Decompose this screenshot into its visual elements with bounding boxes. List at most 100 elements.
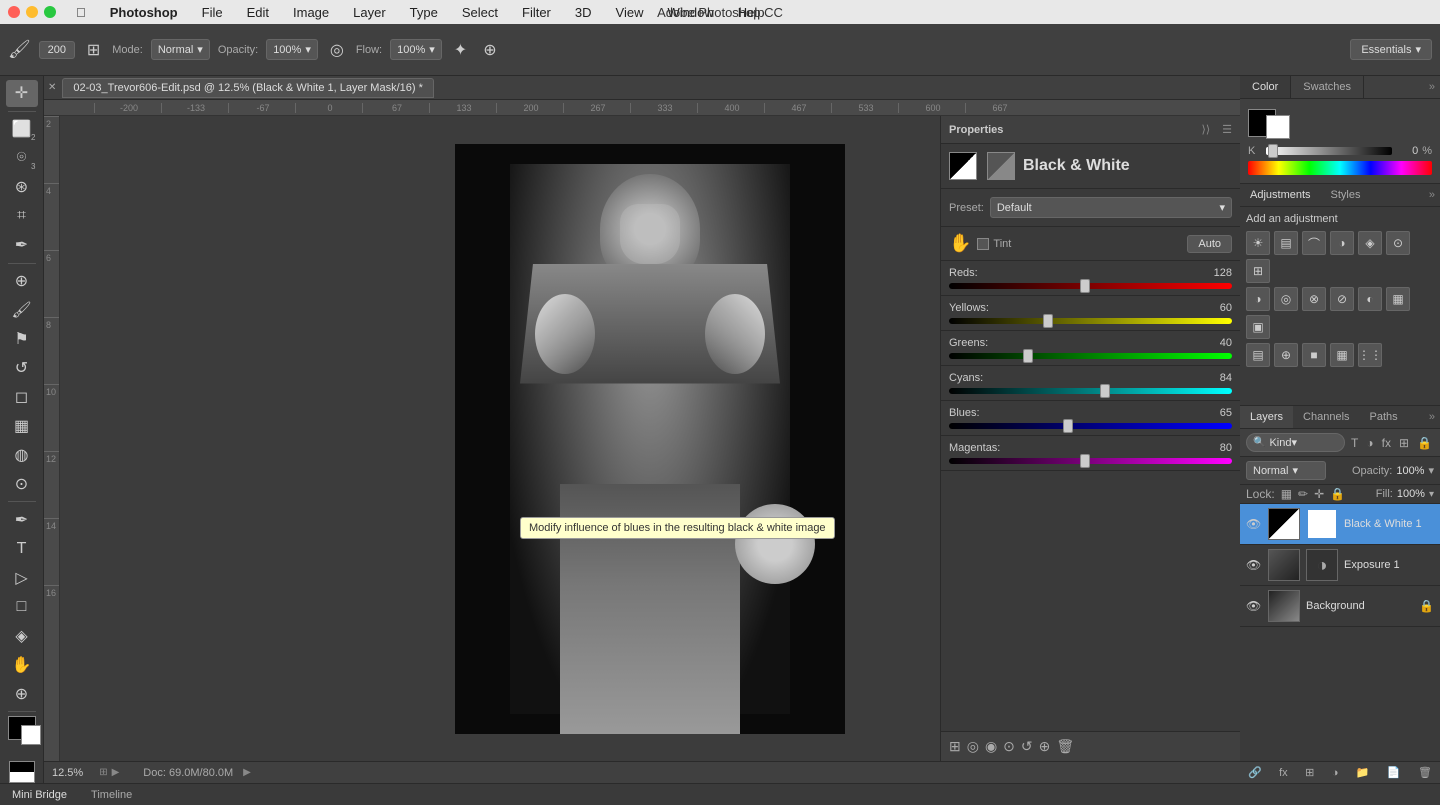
adj-layer-icon[interactable]: ◑ [1332, 767, 1339, 779]
text-tool[interactable]: T [6, 535, 38, 562]
menu-select[interactable]: Select [458, 5, 502, 20]
tab-channels[interactable]: Channels [1293, 406, 1359, 428]
blur-tool[interactable]: ◍ [6, 442, 38, 469]
lasso-tool[interactable]: ⌾ 3 [6, 145, 38, 172]
clip-icon[interactable]: ⊞ [949, 738, 961, 755]
bw-icon[interactable]: ◑ [1246, 287, 1270, 311]
stamp-tool[interactable]: ⚑ [6, 326, 38, 353]
quick-mask-mode[interactable] [9, 761, 35, 783]
k-slider-thumb[interactable] [1268, 144, 1278, 158]
menu-layer[interactable]: Layer [349, 5, 390, 20]
blend-mode-dropdown[interactable]: Normal ▾ [1246, 461, 1326, 480]
channel-slider-2[interactable] [949, 353, 1232, 359]
prev-frame-icon[interactable]: ⊞ [99, 767, 107, 778]
menu-file[interactable]: File [198, 5, 227, 20]
k-slider[interactable] [1266, 147, 1392, 155]
gradient-tool[interactable]: ▦ [6, 413, 38, 440]
document-tab[interactable]: 02-03_Trevor606-Edit.psd @ 12.5% (Black … [62, 78, 433, 98]
channel-thumb-2[interactable] [1023, 349, 1033, 363]
delete-adj-icon[interactable]: 🗑 [1056, 738, 1074, 755]
layer-vis-icon-bg[interactable]: 👁 [1246, 599, 1262, 613]
properties-expand-icon[interactable]: ⟩⟩ [1202, 123, 1211, 136]
properties-menu-icon[interactable]: ☰ [1222, 123, 1232, 136]
auto-button[interactable]: Auto [1187, 235, 1232, 253]
threshold-icon[interactable]: ▣ [1246, 315, 1270, 339]
move-tool[interactable]: ✛ [6, 80, 38, 107]
menu-image[interactable]: Image [289, 5, 333, 20]
layers-panel-expand-icon[interactable]: » [1424, 406, 1440, 428]
layer-style-icon[interactable]: fx [1279, 767, 1288, 779]
channel-thumb-1[interactable] [1043, 314, 1053, 328]
menu-edit[interactable]: Edit [243, 5, 273, 20]
brush-preset-button[interactable]: ⊞ [83, 36, 104, 64]
selective-color-icon[interactable]: ⊕ [1274, 343, 1298, 367]
crop-tool[interactable]: ⌗ [6, 203, 38, 230]
tab-paths[interactable]: Paths [1360, 406, 1408, 428]
eyedropper-tool[interactable]: ✒ [6, 232, 38, 259]
reset-icon[interactable]: ↺ [1021, 738, 1033, 755]
eraser-tool[interactable]: ◻ [6, 384, 38, 411]
filter-adj-icon[interactable]: ◑ [1364, 434, 1375, 452]
pattern-fill-icon[interactable]: ⋮⋮ [1358, 343, 1382, 367]
new-layer-icon[interactable]: 📄 [1387, 766, 1401, 779]
brush-size-box[interactable]: 200 [39, 41, 75, 59]
vibrance-icon[interactable]: ◈ [1358, 231, 1382, 255]
layer-vis-icon-bw1[interactable]: 👁 [1246, 517, 1262, 531]
tab-mini-bridge[interactable]: Mini Bridge [8, 787, 71, 803]
eye-icon[interactable]: ◎ [967, 738, 979, 755]
airbrush-button[interactable]: ◎ [326, 36, 348, 64]
marquee-tool[interactable]: ⬜ 2 [6, 116, 38, 143]
quick-select-tool[interactable]: ⊛ [6, 174, 38, 201]
channel-thumb-0[interactable] [1080, 279, 1090, 293]
play-icon[interactable]: ▶ [112, 767, 120, 778]
history-brush-tool[interactable]: ↺ [6, 355, 38, 382]
hsl-icon[interactable]: ⊙ [1386, 231, 1410, 255]
filter-lock-icon[interactable]: 🔒 [1415, 434, 1434, 452]
tint-checkbox[interactable] [977, 238, 989, 250]
invert-icon[interactable]: ◐ [1358, 287, 1382, 311]
delete-layer-icon[interactable]: 🗑 [1418, 766, 1432, 779]
filter-type-icon[interactable]: T [1349, 434, 1360, 452]
hand-icon[interactable]: ✋ [949, 233, 971, 254]
curves-icon[interactable]: ⌒ [1302, 231, 1326, 255]
doc-info-expand-icon[interactable]: ▶ [243, 767, 251, 778]
flow-dropdown[interactable]: 100% ▾ [390, 39, 442, 60]
color-panel-expand-icon[interactable]: » [1424, 76, 1440, 98]
layer-item-exposure1[interactable]: 👁 ◑ Exposure 1 [1240, 545, 1440, 586]
channel-slider-0[interactable] [949, 283, 1232, 289]
channel-thumb-5[interactable] [1080, 454, 1090, 468]
pen-tool[interactable]: ✒ [6, 506, 38, 533]
channel-slider-3[interactable] [949, 388, 1232, 394]
lock-paint-icon[interactable]: ✏ [1298, 487, 1308, 501]
tab-color[interactable]: Color [1240, 76, 1291, 98]
maximize-button[interactable] [44, 6, 56, 18]
tab-adjustments[interactable]: Adjustments [1240, 184, 1321, 206]
channel-slider-4[interactable] [949, 423, 1232, 429]
filter-effect-icon[interactable]: fx [1380, 434, 1393, 452]
menu-type[interactable]: Type [406, 5, 442, 20]
solid-color-icon[interactable]: ■ [1302, 343, 1326, 367]
healing-brush-tool[interactable]: ⊕ [6, 268, 38, 295]
group-layers-icon[interactable]: 📁 [1356, 766, 1370, 779]
tint-checkbox-group[interactable]: Tint [977, 238, 1011, 250]
menu-filter[interactable]: Filter [518, 5, 555, 20]
channel-slider-5[interactable] [949, 458, 1232, 464]
opacity-dropdown[interactable]: 100% ▾ [266, 39, 318, 60]
zoom-tool[interactable]: ⊕ [6, 680, 38, 707]
brightness-contrast-icon[interactable]: ☀ [1246, 231, 1270, 255]
color-balance-icon[interactable]: ⊞ [1246, 259, 1270, 283]
foreground-color[interactable] [8, 716, 36, 740]
tab-swatches[interactable]: Swatches [1291, 76, 1364, 98]
levels-icon[interactable]: ▤ [1274, 231, 1298, 255]
lock-move-icon[interactable]: ✛ [1314, 487, 1324, 501]
tablet-button[interactable]: ⊕ [479, 36, 500, 64]
tab-styles[interactable]: Styles [1321, 184, 1371, 206]
menu-3d[interactable]: 3D [571, 5, 596, 20]
preset-dropdown[interactable]: Default ▾ [990, 197, 1232, 218]
gradient-fill-icon[interactable]: ▦ [1330, 343, 1354, 367]
channel-thumb-3[interactable] [1100, 384, 1110, 398]
visibility-icon[interactable]: ◉ [985, 738, 997, 755]
mac-window-controls[interactable] [8, 6, 56, 18]
3d-tool[interactable]: ◈ [6, 622, 38, 649]
posterize-icon[interactable]: ▦ [1386, 287, 1410, 311]
